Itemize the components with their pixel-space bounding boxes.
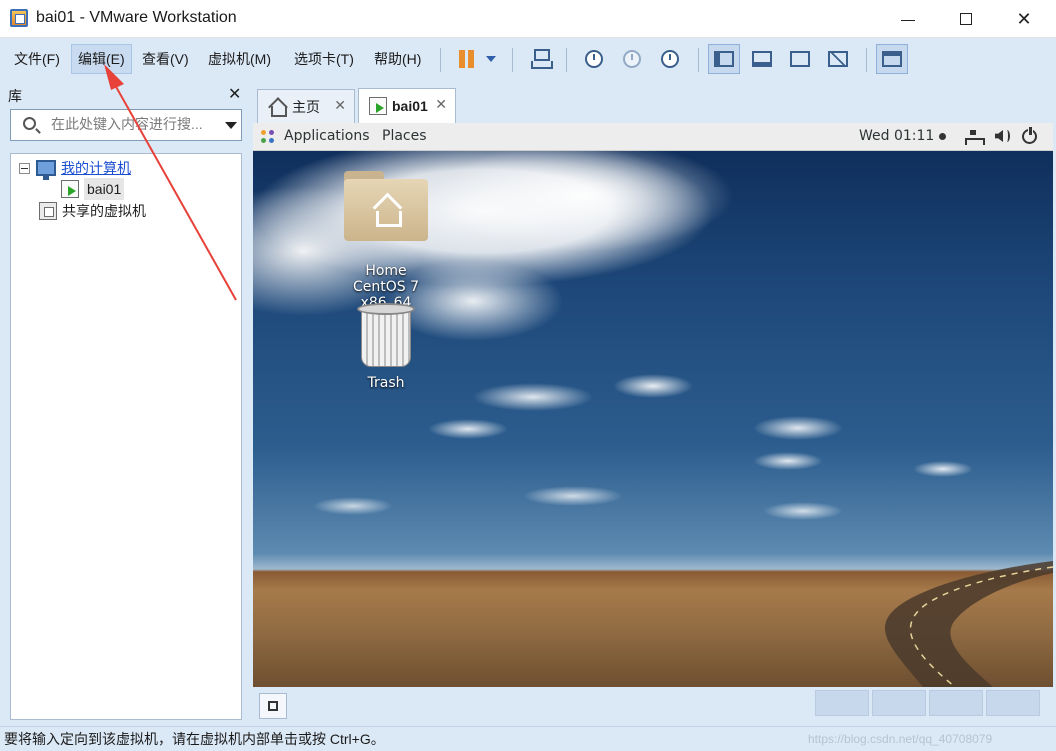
quick-switch-button[interactable] [259,693,287,719]
volume-icon[interactable] [995,130,1003,142]
watermark-text: https://blog.csdn.net/qq_40708079 [808,732,993,746]
vmware-icon [10,9,28,27]
console-view-icon [752,51,772,67]
search-input[interactable] [51,116,221,132]
applications-menu[interactable]: Applications [284,128,370,144]
device-status-slot[interactable] [929,690,983,716]
device-status-slot[interactable] [986,690,1040,716]
guest-top-bar: Applications Places Wed 01:11 [253,123,1053,151]
show-library-icon [714,51,734,67]
road-illustration [884,561,1053,687]
fullscreen-icon [790,51,810,67]
title-bar: bai01 - VMware Workstation ✕ [0,0,1056,38]
tree-label-vm: bai01 [84,178,125,200]
snapshot-manager-icon [661,50,679,68]
tab-bar: 主页 ✕ bai01 ✕ [252,80,1056,123]
tab-vm-close-icon[interactable]: ✕ [435,96,447,113]
unity-icon [828,51,848,67]
chevron-down-icon [486,56,496,62]
window-title: bai01 - VMware Workstation [36,9,237,26]
status-text: 要将输入定向到该虚拟机，请在虚拟机内部单击或按 Ctrl+G。 [4,731,385,747]
library-panel: 库 ✕ 我的计算机 bai01 共享的虚拟机 [0,80,252,725]
collapse-icon[interactable] [19,162,30,174]
tab-home[interactable]: 主页 ✕ [257,89,355,123]
guest-desktop[interactable]: Home CentOS 7 x86_64 Trash [253,151,1053,687]
computer-icon [36,160,56,180]
menu-toolbar: 文件(F) 编辑(E) 查看(V) 虚拟机(M) 选项卡(T) 帮助(H) [0,38,1056,80]
maximize-icon [960,13,972,25]
tab-home-label: 主页 [292,98,320,115]
shared-vms-icon [39,202,57,220]
show-library-button[interactable] [708,44,740,74]
minimize-button[interactable] [882,0,934,38]
places-menu[interactable]: Places [382,128,427,144]
snapshot-button[interactable] [578,44,610,74]
library-search [10,109,242,141]
vm-running-icon [61,180,79,198]
tree-label-my-computer: 我的计算机 [61,160,131,176]
vm-display[interactable]: Applications Places Wed 01:11 Home CentO… [253,123,1053,687]
power-icon[interactable] [1022,126,1037,144]
toolbar-separator [866,48,867,72]
library-title: 库 [8,88,22,104]
folder-home-icon [344,171,428,241]
menu-vm[interactable]: 虚拟机(M) [202,44,277,74]
menu-help[interactable]: 帮助(H) [368,44,427,74]
desktop-home-item[interactable]: Home CentOS 7 x86_64 [331,171,441,311]
toolbar-separator [440,48,441,72]
tree-item-my-computer[interactable]: 我的计算机 [19,157,131,180]
library-close-icon[interactable]: ✕ [228,84,241,104]
home-label: Home [365,263,407,279]
device-status-slot[interactable] [872,690,926,716]
search-icon [23,117,36,130]
unity-button[interactable] [822,44,854,74]
snapshot-icon [585,50,603,68]
close-icon: ✕ [1016,8,1032,29]
thumbnail-button[interactable] [876,44,908,74]
home-icon [268,99,287,117]
tree-label-shared: 共享的虚拟机 [62,203,146,219]
trash-label: Trash [367,375,405,391]
trash-icon [357,303,415,369]
desktop-trash-item[interactable]: Trash [331,303,441,391]
tree-item-vm[interactable]: bai01 [61,178,125,200]
vm-bottom-bar [253,687,1053,725]
library-tree: 我的计算机 bai01 共享的虚拟机 [10,153,242,720]
menu-view[interactable]: 查看(V) [136,44,195,74]
menu-edit[interactable]: 编辑(E) [71,44,132,74]
tab-vm-label: bai01 [392,98,428,114]
toolbar-separator [512,48,513,72]
device-status-slot[interactable] [815,690,869,716]
restore-window-icon [268,701,278,711]
send-ctrl-alt-del-icon [531,49,553,69]
tab-vm[interactable]: bai01 ✕ [358,88,456,123]
guest-clock[interactable]: Wed 01:11 [859,128,947,144]
tree-item-shared[interactable]: 共享的虚拟机 [39,200,146,222]
pause-icon [458,50,474,68]
network-icon[interactable] [965,130,985,145]
vm-running-icon [369,97,387,115]
console-view-button[interactable] [746,44,778,74]
menu-tabs[interactable]: 选项卡(T) [288,44,360,74]
menu-file[interactable]: 文件(F) [8,44,66,74]
notification-dot-icon [939,132,947,140]
close-button[interactable]: ✕ [998,0,1050,38]
status-bar: 要将输入定向到该虚拟机，请在虚拟机内部单击或按 Ctrl+G。 https://… [0,726,1056,751]
revert-snapshot-button[interactable] [616,44,648,74]
maximize-button[interactable] [940,0,992,38]
revert-snapshot-icon [623,50,641,68]
toolbar-separator [698,48,699,72]
search-dropdown-icon[interactable] [225,122,237,129]
applications-icon [261,130,275,144]
tab-home-close-icon[interactable]: ✕ [334,97,346,114]
power-dropdown-button[interactable] [478,44,504,74]
clock-text: Wed 01:11 [859,128,935,144]
thumbnail-icon [882,51,902,67]
minimize-icon [901,19,915,21]
snapshot-manager-button[interactable] [654,44,686,74]
volume-wave-icon [1004,130,1010,142]
fullscreen-button[interactable] [784,44,816,74]
send-ctrl-alt-del-button[interactable] [524,44,556,74]
toolbar-separator [566,48,567,72]
